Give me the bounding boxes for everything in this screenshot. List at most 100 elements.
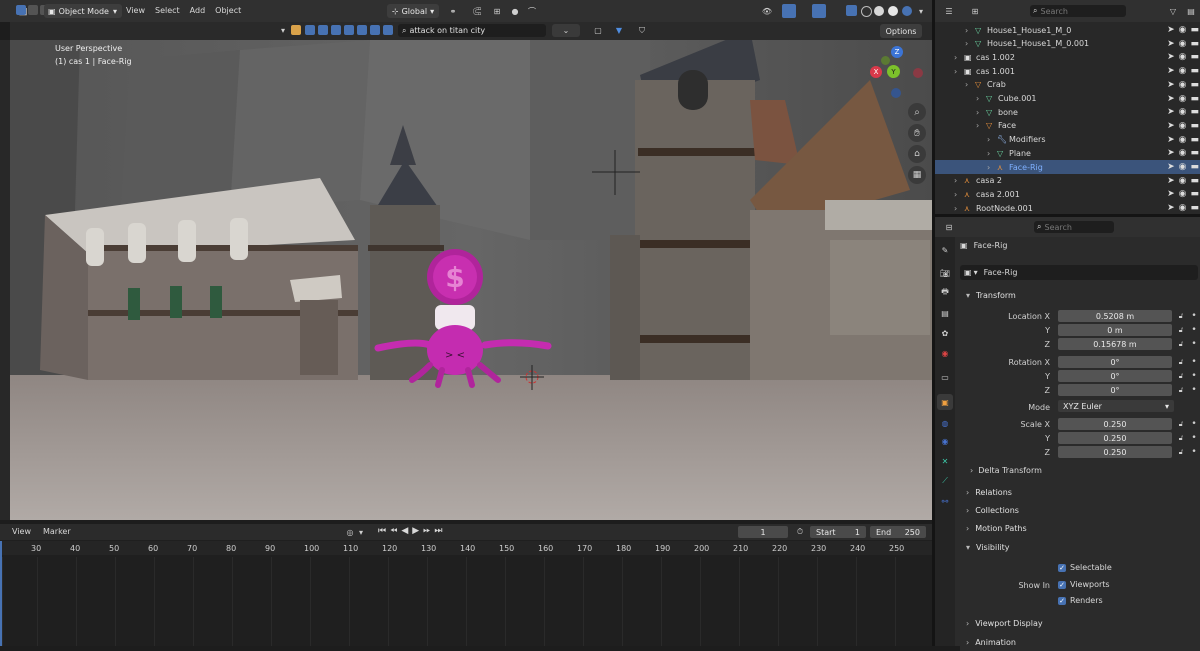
type-camera-icon[interactable] [344, 25, 354, 35]
select-arrow-icon[interactable]: ➤ [1167, 25, 1175, 35]
camera-icon[interactable]: ▬ [1190, 135, 1199, 145]
camera-icon[interactable]: ▬ [1190, 121, 1199, 131]
next-key-icon[interactable]: ⏩︎ [423, 526, 430, 536]
camera-icon[interactable]: ▬ [1190, 107, 1199, 117]
prev-key-icon[interactable]: ⏪︎ [390, 526, 397, 536]
animation-panel-header[interactable]: › Animation [960, 634, 1200, 651]
nav-gizmo[interactable]: Z X Y [866, 44, 926, 104]
chevron-right-icon[interactable]: › [976, 108, 979, 117]
filter-arrow-icon[interactable]: ⌄ [552, 24, 580, 37]
outliner-row[interactable]: › ▣ cas 1.001 ➤ ◉ ▬ [935, 64, 1200, 78]
chevron-right-icon[interactable]: › [987, 149, 990, 158]
shading-solid-icon[interactable] [874, 6, 884, 16]
pivot-icon[interactable]: ⚭ [444, 4, 462, 18]
location-y-field[interactable]: 0 m [1058, 324, 1172, 336]
xray-toggle-icon[interactable] [846, 5, 857, 16]
eye-icon[interactable]: ◉ [1179, 162, 1187, 172]
visibility-panel-header[interactable]: ▾ Visibility [960, 539, 1200, 556]
lock-icon[interactable]: 🔓︎ [1176, 432, 1186, 444]
outliner-search-field[interactable]: ⌕ Search [1030, 5, 1126, 17]
keyframe-dot-icon[interactable]: • [1190, 356, 1198, 368]
eye-icon[interactable]: ◉ [1179, 121, 1187, 131]
display-mode-icon[interactable]: ⊞ [966, 4, 984, 18]
shading-material-icon[interactable] [888, 6, 898, 16]
menu-view[interactable]: View [126, 6, 145, 15]
outliner-row[interactable]: › ⋏ Face-Rig ➤ ◉ ▬ [935, 160, 1200, 174]
transform-panel-header[interactable]: ▾ Transform [960, 287, 1200, 304]
select-arrow-icon[interactable]: ➤ [1167, 107, 1175, 117]
camera-icon[interactable]: ▬ [1190, 176, 1199, 186]
location-x-field[interactable]: 0.5208 m [1058, 310, 1172, 322]
orientation-dropdown[interactable]: ⊹ Global ▾ [387, 4, 439, 18]
outliner-row[interactable]: › ▽ Plane ➤ ◉ ▬ [935, 146, 1200, 160]
camera-icon[interactable]: ▬ [1190, 80, 1199, 90]
gizmo-toggle-icon[interactable] [782, 4, 796, 18]
chevron-down-icon[interactable]: ▾ [357, 526, 365, 538]
falloff-icon[interactable]: ⌒ [522, 4, 542, 18]
eye-icon[interactable]: ◉ [1179, 107, 1187, 117]
new-collection-icon[interactable]: ▢ [592, 24, 604, 37]
outliner-filter-icon[interactable]: ▽ [1166, 4, 1180, 18]
keyframe-dot-icon[interactable]: • [1190, 370, 1198, 382]
type-mesh-icon[interactable] [305, 25, 315, 35]
select-arrow-icon[interactable]: ➤ [1167, 203, 1175, 213]
chevron-right-icon[interactable]: › [954, 53, 957, 62]
camera-icon[interactable]: ▬ [1190, 148, 1199, 158]
lock-icon[interactable]: 🔓︎ [1176, 324, 1186, 336]
type-curve-icon[interactable] [318, 25, 328, 35]
gizmo-neg-y[interactable] [881, 56, 890, 65]
eye-icon[interactable]: ◉ [1179, 52, 1187, 62]
select-extend-icon[interactable] [28, 5, 38, 15]
view-layer-tab-icon[interactable]: ▤ [938, 306, 952, 320]
viewport-search-field[interactable]: ⌕ attack on titan city [398, 24, 546, 37]
render-tab-icon[interactable]: 📷︎ [938, 266, 952, 280]
type-empty-icon[interactable] [370, 25, 380, 35]
chevron-right-icon[interactable]: › [987, 135, 990, 144]
scale-x-field[interactable]: 0.250 [1058, 418, 1172, 430]
tool-tab-icon[interactable]: ✎ [938, 243, 952, 257]
eye-icon[interactable]: ◉ [1179, 176, 1187, 186]
collections-panel-header[interactable]: › Collections [960, 502, 1200, 519]
filter-icon[interactable]: ▼ [612, 24, 626, 37]
snap-target-icon[interactable]: ⊞ [488, 4, 506, 18]
select-arrow-icon[interactable]: ➤ [1167, 148, 1175, 158]
lock-icon[interactable]: 🔓︎ [1176, 356, 1186, 368]
menu-object[interactable]: Object [215, 6, 241, 15]
type-armature-icon[interactable] [357, 25, 367, 35]
lock-icon[interactable]: 🔓︎ [1176, 418, 1186, 430]
chevron-right-icon[interactable]: › [954, 190, 957, 199]
bone-constraint-tab-icon[interactable]: ⚯ [938, 494, 952, 508]
renders-checkbox[interactable]: ✓ Renders [1058, 596, 1103, 605]
object-tab-icon[interactable]: ▣ [937, 394, 953, 410]
chevron-right-icon[interactable]: › [976, 121, 979, 130]
ortho-grid-icon[interactable]: ▦ [908, 166, 926, 184]
current-frame-field[interactable]: 1 [738, 526, 788, 538]
keyframe-dot-icon[interactable]: • [1190, 432, 1198, 444]
type-light-icon[interactable] [331, 25, 341, 35]
camera-view-icon[interactable]: ⌂ [908, 145, 926, 163]
outliner-editor-icon[interactable]: ☰ [940, 4, 958, 18]
select-arrow-icon[interactable]: ➤ [1167, 39, 1175, 49]
camera-icon[interactable]: ▬ [1190, 162, 1199, 172]
select-arrow-icon[interactable]: ➤ [1167, 52, 1175, 62]
camera-icon[interactable]: ▬ [1190, 66, 1199, 76]
shading-rendered-icon[interactable] [902, 6, 912, 16]
select-arrow-icon[interactable]: ➤ [1167, 162, 1175, 172]
chevron-right-icon[interactable]: › [965, 80, 968, 89]
physics-tab-icon[interactable]: ◍ [938, 416, 952, 430]
menu-select[interactable]: Select [155, 6, 180, 15]
scale-y-field[interactable]: 0.250 [1058, 432, 1172, 444]
overlay-toggle-icon[interactable] [812, 4, 826, 18]
chevron-right-icon[interactable]: › [954, 204, 957, 213]
eye-icon[interactable]: ◉ [1179, 94, 1187, 104]
chevron-right-icon[interactable]: › [965, 26, 968, 35]
camera-icon[interactable]: ▬ [1190, 94, 1199, 104]
properties-editor-icon[interactable]: ⊟ [940, 220, 958, 234]
new-collection-icon[interactable]: ▤ [1184, 4, 1198, 18]
play-reverse-icon[interactable]: ◀ [401, 526, 408, 536]
select-arrow-icon[interactable]: ➤ [1167, 121, 1175, 131]
select-box-icon[interactable] [16, 5, 26, 15]
eye-icon[interactable]: ◉ [1179, 189, 1187, 199]
zoom-icon[interactable]: ⌕ [908, 103, 926, 121]
constraints-tab-icon[interactable]: ◉ [938, 434, 952, 448]
